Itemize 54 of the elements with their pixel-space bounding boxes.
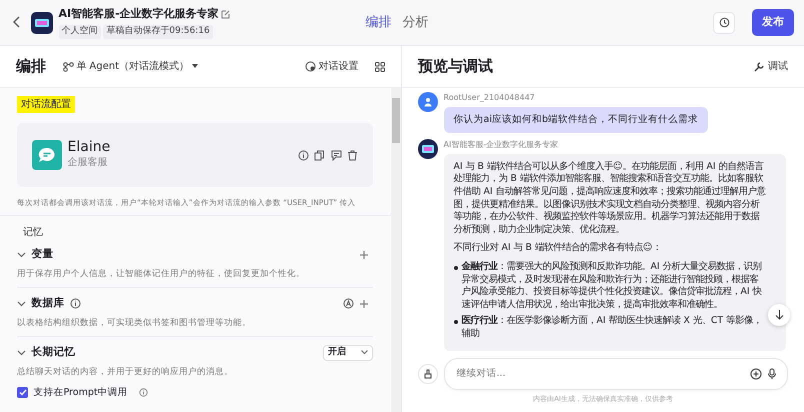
- copy-icon[interactable]: [314, 150, 325, 160]
- tag: 个人空间: [58, 25, 100, 39]
- state-dropdown[interactable]: 开启: [323, 344, 373, 361]
- back-icon[interactable]: [12, 15, 20, 30]
- tab[interactable]: 分析: [402, 12, 428, 32]
- scrollbar[interactable]: [391, 88, 401, 412]
- group-title: 长期记忆: [32, 344, 76, 360]
- caret-icon: [361, 350, 368, 356]
- group-title: 变量: [32, 247, 54, 262]
- list-item-text: 医疗行业：在医学影像诊断方面，AI 帮助医生快速解读 X 光、CT 等影像，辅助: [462, 315, 763, 340]
- caret-icon: [192, 64, 199, 69]
- user-avatar: [418, 92, 438, 112]
- group-description: 用于保存用户个人信息，让智能体记住用户的特征，使回复更加个性化。: [17, 268, 306, 281]
- clear-chat-icon[interactable]: [418, 364, 438, 384]
- app-title: AI智能客服-企业数字化服务专家: [58, 6, 219, 22]
- chat-input-field[interactable]: 继续对话...: [444, 358, 788, 390]
- wrench-icon: [754, 61, 766, 72]
- message-text: 不同行业对 AI 与 B 端软件结合的需求各有特点☺：: [454, 242, 662, 255]
- group-description: 总结聊天对话的内容，并用于更好的响应用户的消息。: [17, 366, 234, 378]
- info-icon[interactable]: [298, 150, 308, 160]
- app-logo-icon: [31, 12, 53, 34]
- bot-avatar: [418, 138, 438, 159]
- checkbox[interactable]: [17, 387, 28, 398]
- add-icon[interactable]: [750, 368, 762, 380]
- history-icon[interactable]: [713, 12, 736, 34]
- message-text: AI 与 B 端软件结合可以从多个维度入手☺。在功能层面，利用 AI 的自然语言处理能力，为 B 端软件添加智能客服、智能搜索和语音交互功能。比如客服软件借助 AI 自动解答常见问题，提高响应速度和效率；搜索功能通过理解用户意图，提供更精准结果。以图像识别技术实现文档自动分类整理、视频内容分析等功能，在办公软件、视频监控软件等场景应用。机器学习算法还能用于数据分析预测，助力企业制定决策、优化流程。: [454, 160, 766, 236]
- chat-settings-button[interactable]: 对话设置: [304, 59, 358, 74]
- user-message: 你认为ai应该如何和b端软件结合，不同行业有什么需求: [444, 107, 708, 134]
- nodes-icon: [62, 62, 74, 72]
- edit-note-icon[interactable]: [330, 150, 342, 160]
- tab[interactable]: 编排: [365, 12, 392, 32]
- list-item-text: 金融行业：需要强大的风险预测和反欺诈功能。AI 分析大量交易数据，识别异常交易模式，及时发现潜在风险和欺诈行为；还能进行智能投顾，根据客户风险承受能力、投资目标等提供个性化投资建议。像信贷审批流程，AI 快速评估申请人信用状况，给出审批决策，提高审批效率和准确性。: [462, 260, 763, 312]
- agent-name: Elaine: [68, 140, 110, 156]
- grid-icon[interactable]: [375, 62, 385, 72]
- panel-title: 编排: [16, 56, 46, 78]
- section-label: 对话流配置: [17, 96, 75, 113]
- group-description: 以表格结构组织数据，可实现类似书签和图书管理等功能。: [17, 317, 252, 330]
- microphone-icon[interactable]: [767, 368, 777, 380]
- sender-name: AI智能客服-企业数字化服务专家: [444, 138, 560, 151]
- edit-icon[interactable]: [221, 10, 230, 19]
- sender-name: RootUser_2104048447: [444, 92, 536, 104]
- checkbox-label: 支持在Prompt中调用: [34, 386, 128, 400]
- tag: 草稿自动保存于09:56:16: [103, 25, 213, 39]
- publish-button[interactable]: 发布: [752, 9, 794, 36]
- section-title: 记忆: [23, 226, 44, 240]
- mode-dropdown[interactable]: 单 Agent（对话流模式）: [62, 59, 199, 74]
- debug-button[interactable]: 调试: [754, 59, 788, 74]
- panel-title: 预览与调试: [418, 56, 493, 78]
- group-title: 数据库: [32, 296, 64, 312]
- agent-role: 企服客服: [68, 156, 108, 170]
- auto-icon[interactable]: [343, 296, 354, 312]
- chat-icon: [32, 140, 62, 170]
- delete-icon[interactable]: [347, 150, 358, 160]
- chat-input[interactable]: 继续对话...: [454, 366, 744, 382]
